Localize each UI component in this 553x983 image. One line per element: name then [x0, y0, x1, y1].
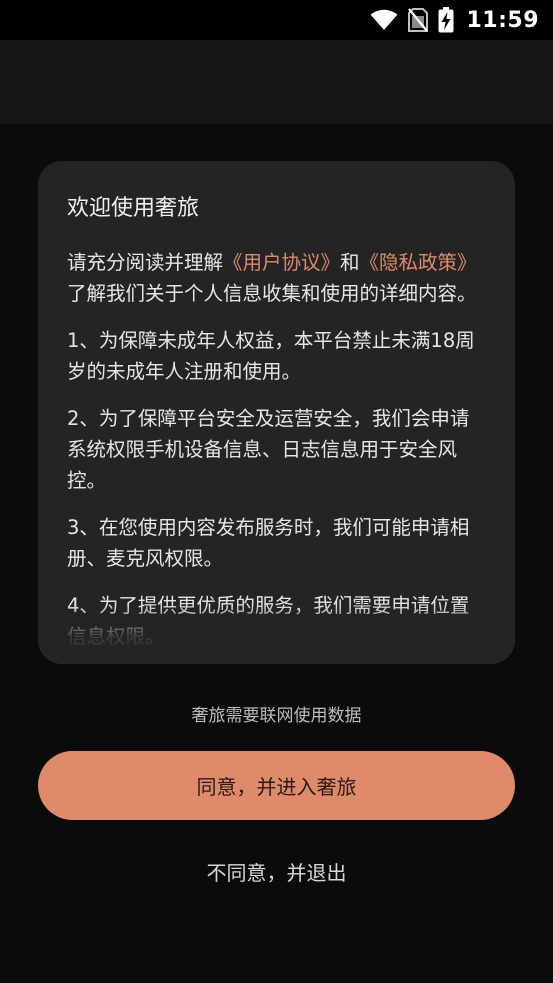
network-note: 奢旅需要联网使用数据: [191, 706, 362, 726]
status-icons: 11:59: [370, 7, 539, 33]
status-time: 11:59: [466, 7, 539, 33]
intro-and: 和: [340, 251, 360, 274]
battery-charging-icon: [438, 7, 454, 33]
wifi-icon: [370, 9, 398, 31]
dialog-intro: 请充分阅读并理解《用户协议》和《隐私政策》了解我们关于个人信息收集和使用的详细内…: [67, 247, 487, 309]
dialog-item-1: 1、为保障未成年人权益，本平台禁止未满18周岁的未成年人注册和使用。: [67, 329, 475, 383]
dialog-item-3: 3、在您使用内容发布服务时，我们可能申请相册、麦克风权限。: [67, 516, 470, 570]
privacy-dialog: 欢迎使用奢旅 请充分阅读并理解《用户协议》和《隐私政策》了解我们关于个人信息收集…: [38, 161, 515, 664]
agree-button[interactable]: 同意，并进入奢旅: [38, 751, 515, 820]
dialog-body-scroll[interactable]: 请充分阅读并理解《用户协议》和《隐私政策》了解我们关于个人信息收集和使用的详细内…: [67, 247, 487, 664]
header-band: [0, 40, 553, 124]
intro-suffix: 了解我们关于个人信息收集和使用的详细内容。: [67, 282, 477, 305]
disagree-button[interactable]: 不同意，并退出: [0, 852, 553, 890]
intro-prefix: 请充分阅读并理解: [67, 251, 224, 274]
status-bar: 11:59: [0, 0, 553, 40]
privacy-policy-link[interactable]: 《隐私政策》: [360, 251, 477, 274]
user-agreement-link[interactable]: 《用户协议》: [223, 251, 340, 274]
dialog-title: 欢迎使用奢旅: [67, 196, 200, 221]
no-sim-icon: [408, 8, 429, 32]
dialog-item-4: 4、为了提供更优质的服务，我们需要申请位置信息权限。: [67, 594, 470, 648]
dialog-item-2: 2、为了保障平台安全及运营安全，我们会申请系统权限手机设备信息、日志信息用于安全…: [67, 407, 470, 492]
